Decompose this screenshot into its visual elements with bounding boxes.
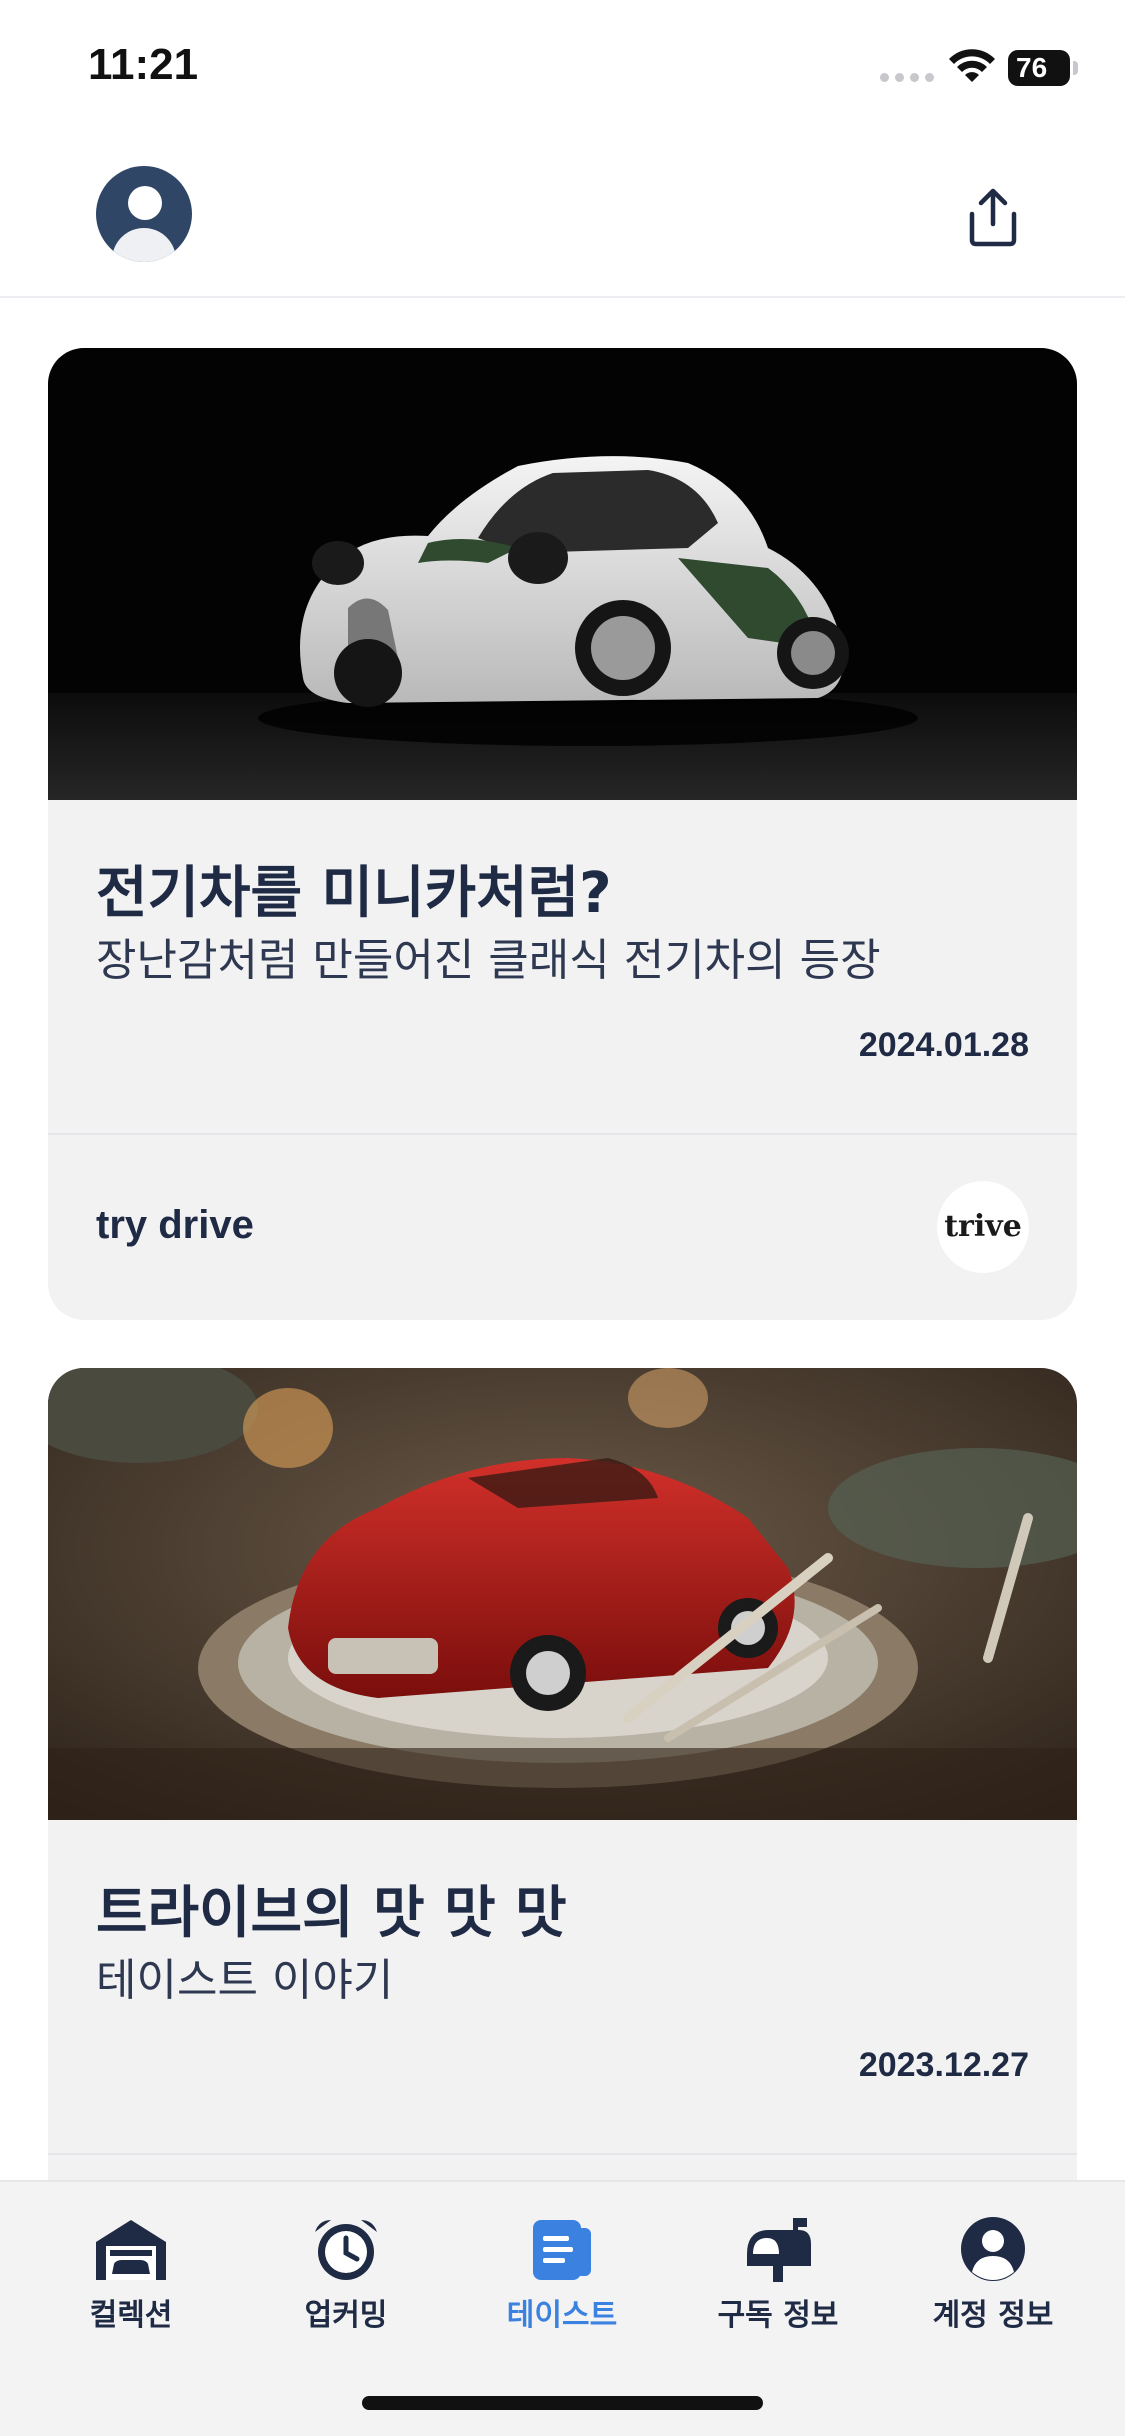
article-date: 2023.12.27 <box>858 2046 1029 2084</box>
garage-icon <box>96 2220 166 2280</box>
status-bar: 11:21 76 <box>0 0 1125 140</box>
article-subtitle: 장난감처럼 만들어진 클래식 전기차의 등장 <box>96 935 881 987</box>
home-indicator <box>362 2396 763 2410</box>
scroll-document-icon <box>533 2220 591 2280</box>
article-date: 2024.01.28 <box>858 1026 1029 1064</box>
user-avatar-icon[interactable] <box>96 166 192 262</box>
alarm-clock-icon <box>315 2220 377 2280</box>
mailbox-icon <box>747 2218 811 2282</box>
status-time: 11:21 <box>88 40 199 89</box>
article-footer: try drive trive <box>48 1133 1077 1320</box>
account-circle-icon <box>961 2217 1025 2281</box>
tab-taste[interactable]: 테이스트 <box>462 2214 662 2334</box>
tab-subscription[interactable]: 구독 정보 <box>678 2214 878 2334</box>
tab-label: 업커밍 <box>304 2298 388 2333</box>
article-text: 트라이브의 맛 맛 맛 테이스트 이야기 2023.12.27 <box>48 1820 1077 2153</box>
tab-collection[interactable]: 컬렉션 <box>31 2214 231 2334</box>
publisher-name: try drive <box>96 1203 254 1247</box>
tab-upcoming[interactable]: 업커밍 <box>246 2214 446 2334</box>
tab-label: 계정 정보 <box>932 2298 1054 2333</box>
article-image-electric-car <box>48 348 1077 800</box>
cellular-signal-icon <box>880 73 934 82</box>
article-subtitle: 테이스트 이야기 <box>96 1955 394 2007</box>
article-title: 트라이브의 맛 맛 맛 <box>96 1881 567 1946</box>
article-text: 전기차를 미니카처럼? 장난감처럼 만들어진 클래식 전기차의 등장 2024.… <box>48 800 1077 1133</box>
tab-label: 컬렉션 <box>89 2298 173 2333</box>
tab-label: 구독 정보 <box>717 2298 839 2333</box>
article-card[interactable]: 전기차를 미니카처럼? 장난감처럼 만들어진 클래식 전기차의 등장 2024.… <box>48 348 1077 1320</box>
share-upload-icon[interactable] <box>960 184 1026 250</box>
article-image-red-model-car <box>48 1368 1077 1820</box>
article-title: 전기차를 미니카처럼? <box>96 861 612 926</box>
battery-icon: 76 <box>1008 50 1078 86</box>
tab-label: 테이스트 <box>506 2298 618 2333</box>
publisher-logo[interactable]: trive <box>937 1181 1029 1273</box>
app-header <box>0 140 1125 298</box>
tab-account[interactable]: 계정 정보 <box>893 2214 1093 2334</box>
wifi-icon <box>949 49 995 82</box>
